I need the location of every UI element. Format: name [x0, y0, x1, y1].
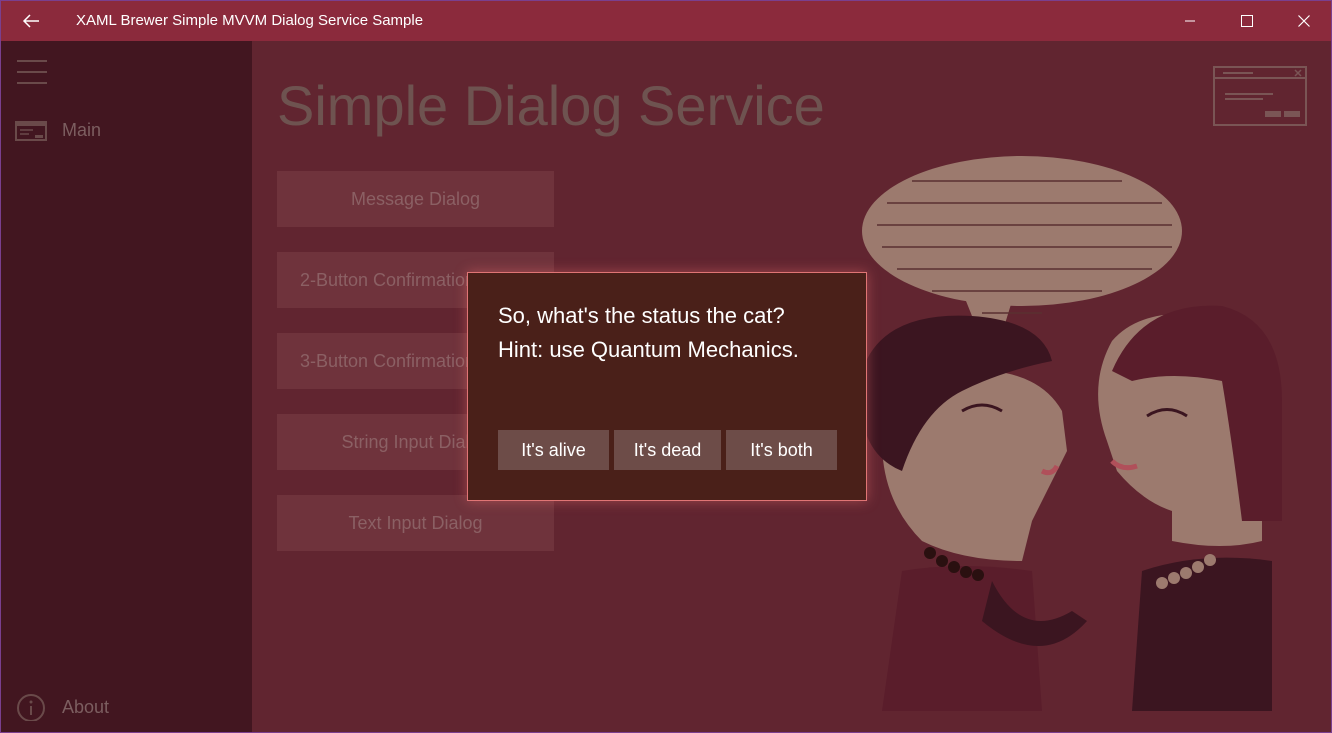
dialog-message-line: Hint: use Quantum Mechanics. [498, 337, 799, 362]
close-icon [1297, 15, 1310, 27]
maximize-icon [1240, 15, 1253, 27]
text-input-dialog-button[interactable]: Text Input Dialog [277, 495, 554, 551]
hamburger-icon [17, 82, 47, 84]
app-window: XAML Brewer Simple MVVM Dialog Service S… [0, 0, 1332, 733]
minimize-button[interactable] [1161, 1, 1218, 41]
hamburger-icon [17, 71, 47, 73]
hamburger-menu-button[interactable] [15, 57, 49, 87]
dialog-message-line: So, what's the status the cat? [498, 303, 785, 328]
nav-item-label: Main [62, 120, 102, 140]
gossip-illustration [860, 156, 1282, 711]
maximize-button[interactable] [1218, 1, 1275, 41]
nav-item-main[interactable]: Main [1, 108, 252, 152]
its-both-button[interactable]: It's both [726, 430, 837, 470]
info-icon [17, 694, 45, 721]
page-title: Simple Dialog Service [277, 74, 825, 137]
window-icon [15, 121, 47, 141]
hamburger-icon [17, 60, 47, 62]
its-dead-button[interactable]: It's dead [614, 430, 721, 470]
nav-item-about[interactable]: About [1, 685, 252, 729]
nav-item-label: About [62, 697, 110, 717]
window-title: XAML Brewer Simple MVVM Dialog Service S… [76, 12, 424, 29]
message-dialog-button[interactable]: Message Dialog [277, 171, 554, 227]
back-button[interactable] [1, 1, 61, 41]
title-bar: XAML Brewer Simple MVVM Dialog Service S… [1, 1, 1331, 41]
minimize-icon [1184, 20, 1195, 22]
close-button[interactable] [1275, 1, 1331, 41]
dialog-message: So, what's the status the cat? Hint: use… [498, 299, 848, 367]
navigation-pane: Main About [1, 41, 252, 732]
arrow-left-icon [22, 14, 39, 28]
content-dialog: So, what's the status the cat? Hint: use… [467, 272, 867, 501]
its-alive-button[interactable]: It's alive [498, 430, 609, 470]
dialog-window-icon [1213, 66, 1307, 126]
